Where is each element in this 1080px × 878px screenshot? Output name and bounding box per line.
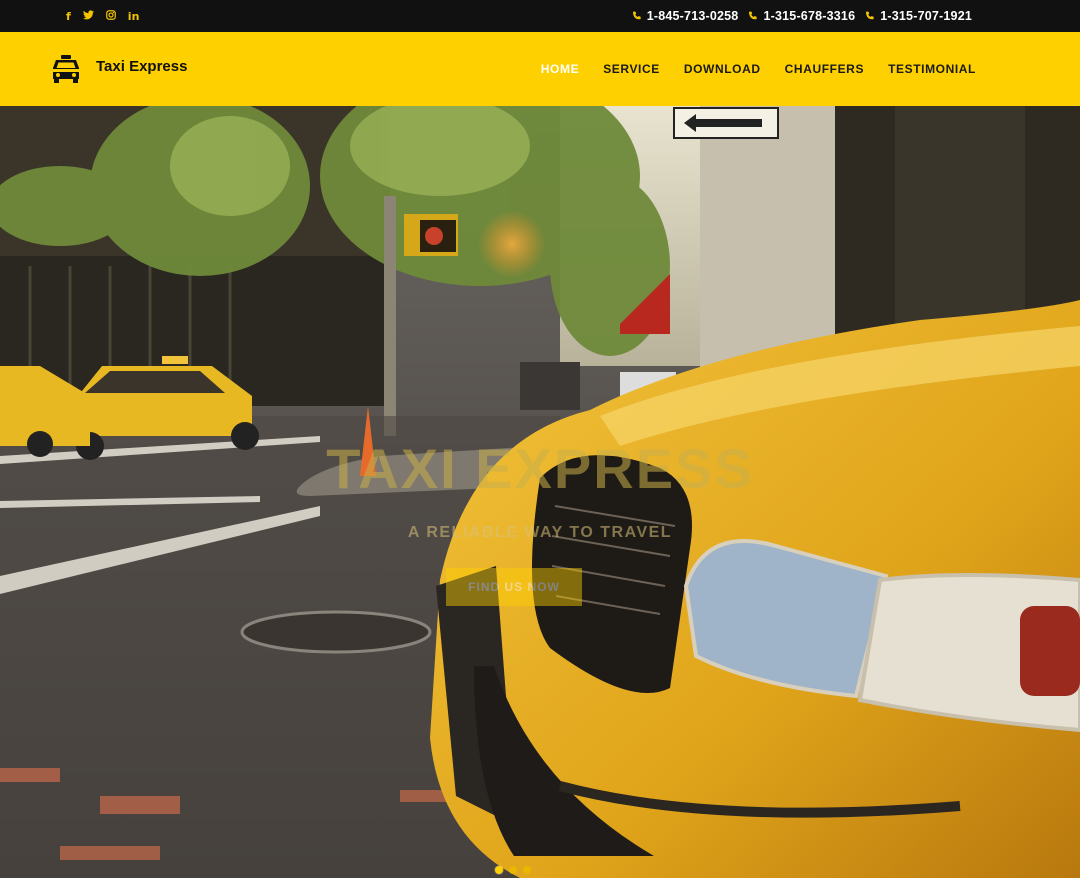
phone-number: 1-845-713-0258	[646, 9, 739, 23]
phone-icon	[749, 11, 758, 20]
nav-testimonial[interactable]: Testimonial	[888, 62, 976, 76]
taxi-icon	[53, 55, 79, 83]
slide-dot-1[interactable]	[495, 866, 503, 874]
nav-download[interactable]: Download	[684, 62, 761, 76]
hero-title: TAXI EXPRESS	[326, 437, 754, 500]
phone-list: 1-845-713-0258 1-315-678-3316 1-315-707-…	[632, 9, 972, 23]
site-header: Taxi Express Home Service Download Chauf…	[0, 32, 1080, 106]
phone-icon	[866, 11, 874, 20]
phone-icon	[632, 11, 641, 20]
linkedin-icon[interactable]: in	[128, 11, 140, 22]
brand-name: Taxi Express	[96, 57, 188, 75]
slide-dot-2[interactable]	[509, 866, 517, 874]
phone-item[interactable]: 1-315-707-1921	[865, 9, 972, 23]
phone-number: 1-315-707-1921	[880, 9, 972, 23]
social-links: f in	[66, 10, 139, 22]
phone-item[interactable]: 1-315-678-3316	[748, 9, 855, 23]
nav-home[interactable]: Home	[541, 62, 579, 76]
phone-item[interactable]: 1-845-713-0258	[632, 9, 739, 23]
nav-service[interactable]: Service	[603, 62, 660, 76]
twitter-icon[interactable]	[82, 10, 94, 22]
top-bar: f in 1-845-713-0258 1-315-678-3316 1-315…	[0, 0, 1080, 32]
nav-chauffers[interactable]: Chauffers	[785, 62, 864, 76]
slider-pagination	[495, 866, 531, 874]
phone-number: 1-315-678-3316	[763, 9, 856, 23]
hero-subtitle: A reliable way to travel	[407, 524, 673, 541]
facebook-icon[interactable]: f	[66, 11, 71, 22]
hero-slider: TAXI EXPRESS A reliable way to travel Fi…	[0, 106, 1080, 878]
main-nav: Home Service Download Chauffers Testimon…	[541, 62, 976, 76]
instagram-icon[interactable]	[105, 10, 116, 22]
slide-dot-3[interactable]	[523, 866, 531, 874]
find-us-button[interactable]: Find us now	[446, 568, 582, 606]
brand-logo[interactable]: Taxi Express	[50, 55, 187, 83]
